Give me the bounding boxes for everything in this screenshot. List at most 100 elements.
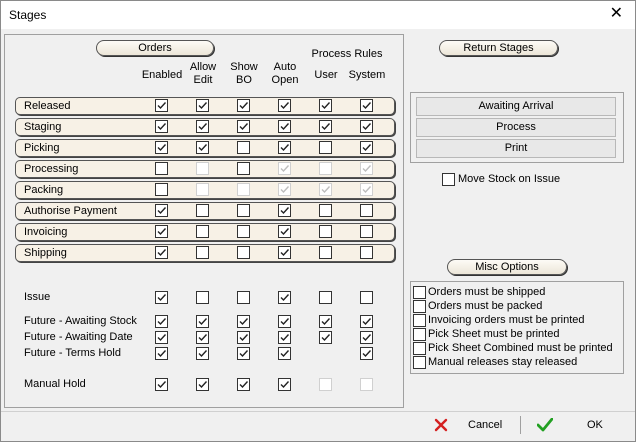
stage-system-checkbox[interactable] <box>360 120 373 133</box>
hold-auto-open-checkbox[interactable] <box>278 291 291 304</box>
stage-enabled-checkbox[interactable] <box>155 141 168 154</box>
stage-system-checkbox <box>360 183 373 196</box>
hold-allow-edit-checkbox[interactable] <box>196 347 209 360</box>
hold-show-bo-checkbox[interactable] <box>237 291 250 304</box>
hold-auto-open-checkbox[interactable] <box>278 315 291 328</box>
stage-enabled-checkbox[interactable] <box>155 204 168 217</box>
stage-show-bo-checkbox[interactable] <box>237 120 250 133</box>
hold-system-checkbox[interactable] <box>360 331 373 344</box>
hold-auto-open-checkbox[interactable] <box>278 347 291 360</box>
misc-option-checkbox[interactable] <box>413 300 426 313</box>
stage-label: Authorise Payment <box>24 205 117 217</box>
stage-enabled-checkbox[interactable] <box>155 120 168 133</box>
stage-auto-open-checkbox <box>278 183 291 196</box>
stage-enabled-checkbox[interactable] <box>155 225 168 238</box>
ok-button[interactable]: OK <box>533 415 613 435</box>
misc-option-checkbox[interactable] <box>413 342 426 355</box>
stage-show-bo-checkbox[interactable] <box>237 162 250 175</box>
hold-system-checkbox[interactable] <box>360 315 373 328</box>
stage-allow-edit-checkbox[interactable] <box>196 141 209 154</box>
stage-system-checkbox[interactable] <box>360 225 373 238</box>
stage-system-checkbox[interactable] <box>360 99 373 112</box>
hold-row-label: Future - Awaiting Date <box>24 331 133 343</box>
stage-auto-open-checkbox[interactable] <box>278 204 291 217</box>
hold-user-checkbox[interactable] <box>319 331 332 344</box>
stage-auto-open-checkbox[interactable] <box>278 120 291 133</box>
stage-user-checkbox[interactable] <box>319 120 332 133</box>
return-stage-button[interactable]: Print <box>416 139 616 158</box>
misc-option-checkbox[interactable] <box>413 356 426 369</box>
title-bar: Stages ✕ <box>1 1 635 29</box>
stage-show-bo-checkbox[interactable] <box>237 99 250 112</box>
hold-allow-edit-checkbox[interactable] <box>196 291 209 304</box>
hold-system-checkbox[interactable] <box>360 291 373 304</box>
checkmark-icon <box>280 165 290 173</box>
stage-auto-open-checkbox[interactable] <box>278 99 291 112</box>
checkmark-icon <box>362 144 372 152</box>
stage-user-checkbox[interactable] <box>319 225 332 238</box>
misc-option-checkbox[interactable] <box>413 328 426 341</box>
checkmark-icon <box>280 102 290 110</box>
return-stage-button[interactable]: Process <box>416 118 616 137</box>
stage-system-checkbox[interactable] <box>360 141 373 154</box>
checkmark-icon <box>157 144 167 152</box>
hold-enabled-checkbox[interactable] <box>155 315 168 328</box>
stage-allow-edit-checkbox <box>196 162 209 175</box>
stage-allow-edit-checkbox[interactable] <box>196 99 209 112</box>
stage-show-bo-checkbox[interactable] <box>237 225 250 238</box>
hold-allow-edit-checkbox[interactable] <box>196 315 209 328</box>
stage-auto-open-checkbox[interactable] <box>278 225 291 238</box>
stage-system-checkbox[interactable] <box>360 246 373 259</box>
checkmark-icon <box>321 334 331 342</box>
stage-user-checkbox[interactable] <box>319 99 332 112</box>
hold-allow-edit-checkbox[interactable] <box>196 331 209 344</box>
stage-enabled-checkbox[interactable] <box>155 246 168 259</box>
stage-system-checkbox[interactable] <box>360 204 373 217</box>
hold-show-bo-checkbox[interactable] <box>237 315 250 328</box>
hold-show-bo-checkbox[interactable] <box>237 331 250 344</box>
hold-enabled-checkbox[interactable] <box>155 331 168 344</box>
stage-allow-edit-checkbox[interactable] <box>196 120 209 133</box>
stage-allow-edit-checkbox[interactable] <box>196 246 209 259</box>
misc-option-checkbox[interactable] <box>413 286 426 299</box>
stages-dialog: Stages ✕ Orders Process Rules Enabled All… <box>0 0 636 442</box>
hold-enabled-checkbox[interactable] <box>155 347 168 360</box>
hold-user-checkbox[interactable] <box>319 315 332 328</box>
checkmark-icon <box>321 186 331 194</box>
stage-user-checkbox[interactable] <box>319 246 332 259</box>
stage-enabled-checkbox[interactable] <box>155 183 168 196</box>
stage-allow-edit-checkbox[interactable] <box>196 204 209 217</box>
checkmark-icon <box>280 350 290 358</box>
stage-user-checkbox[interactable] <box>319 204 332 217</box>
checkmark-icon <box>198 102 208 110</box>
stage-show-bo-checkbox[interactable] <box>237 246 250 259</box>
hold-auto-open-checkbox[interactable] <box>278 378 291 391</box>
hold-system-checkbox[interactable] <box>360 347 373 360</box>
checkmark-icon <box>280 294 290 302</box>
stage-auto-open-checkbox[interactable] <box>278 141 291 154</box>
stage-enabled-checkbox[interactable] <box>155 162 168 175</box>
hold-user-checkbox[interactable] <box>319 291 332 304</box>
return-stage-button[interactable]: Awaiting Arrival <box>416 97 616 116</box>
hold-show-bo-checkbox[interactable] <box>237 347 250 360</box>
stage-auto-open-checkbox[interactable] <box>278 246 291 259</box>
close-icon[interactable]: ✕ <box>610 5 623 23</box>
stage-user-checkbox <box>319 183 332 196</box>
stage-show-bo-checkbox[interactable] <box>237 141 250 154</box>
hold-enabled-checkbox[interactable] <box>155 291 168 304</box>
stage-allow-edit-checkbox[interactable] <box>196 225 209 238</box>
hold-auto-open-checkbox[interactable] <box>278 331 291 344</box>
misc-option-checkbox[interactable] <box>413 314 426 327</box>
hold-show-bo-checkbox[interactable] <box>237 378 250 391</box>
stage-show-bo-checkbox[interactable] <box>237 204 250 217</box>
hold-enabled-checkbox[interactable] <box>155 378 168 391</box>
stage-enabled-checkbox[interactable] <box>155 99 168 112</box>
checkmark-icon <box>157 294 167 302</box>
stage-user-checkbox[interactable] <box>319 141 332 154</box>
stage-label: Shipping <box>24 247 67 259</box>
move-stock-checkbox[interactable] <box>442 173 455 186</box>
hold-allow-edit-checkbox[interactable] <box>196 378 209 391</box>
cancel-button[interactable]: Cancel <box>431 415 513 435</box>
checkmark-icon <box>280 123 290 131</box>
misc-option-label: Orders must be shipped <box>428 286 546 298</box>
